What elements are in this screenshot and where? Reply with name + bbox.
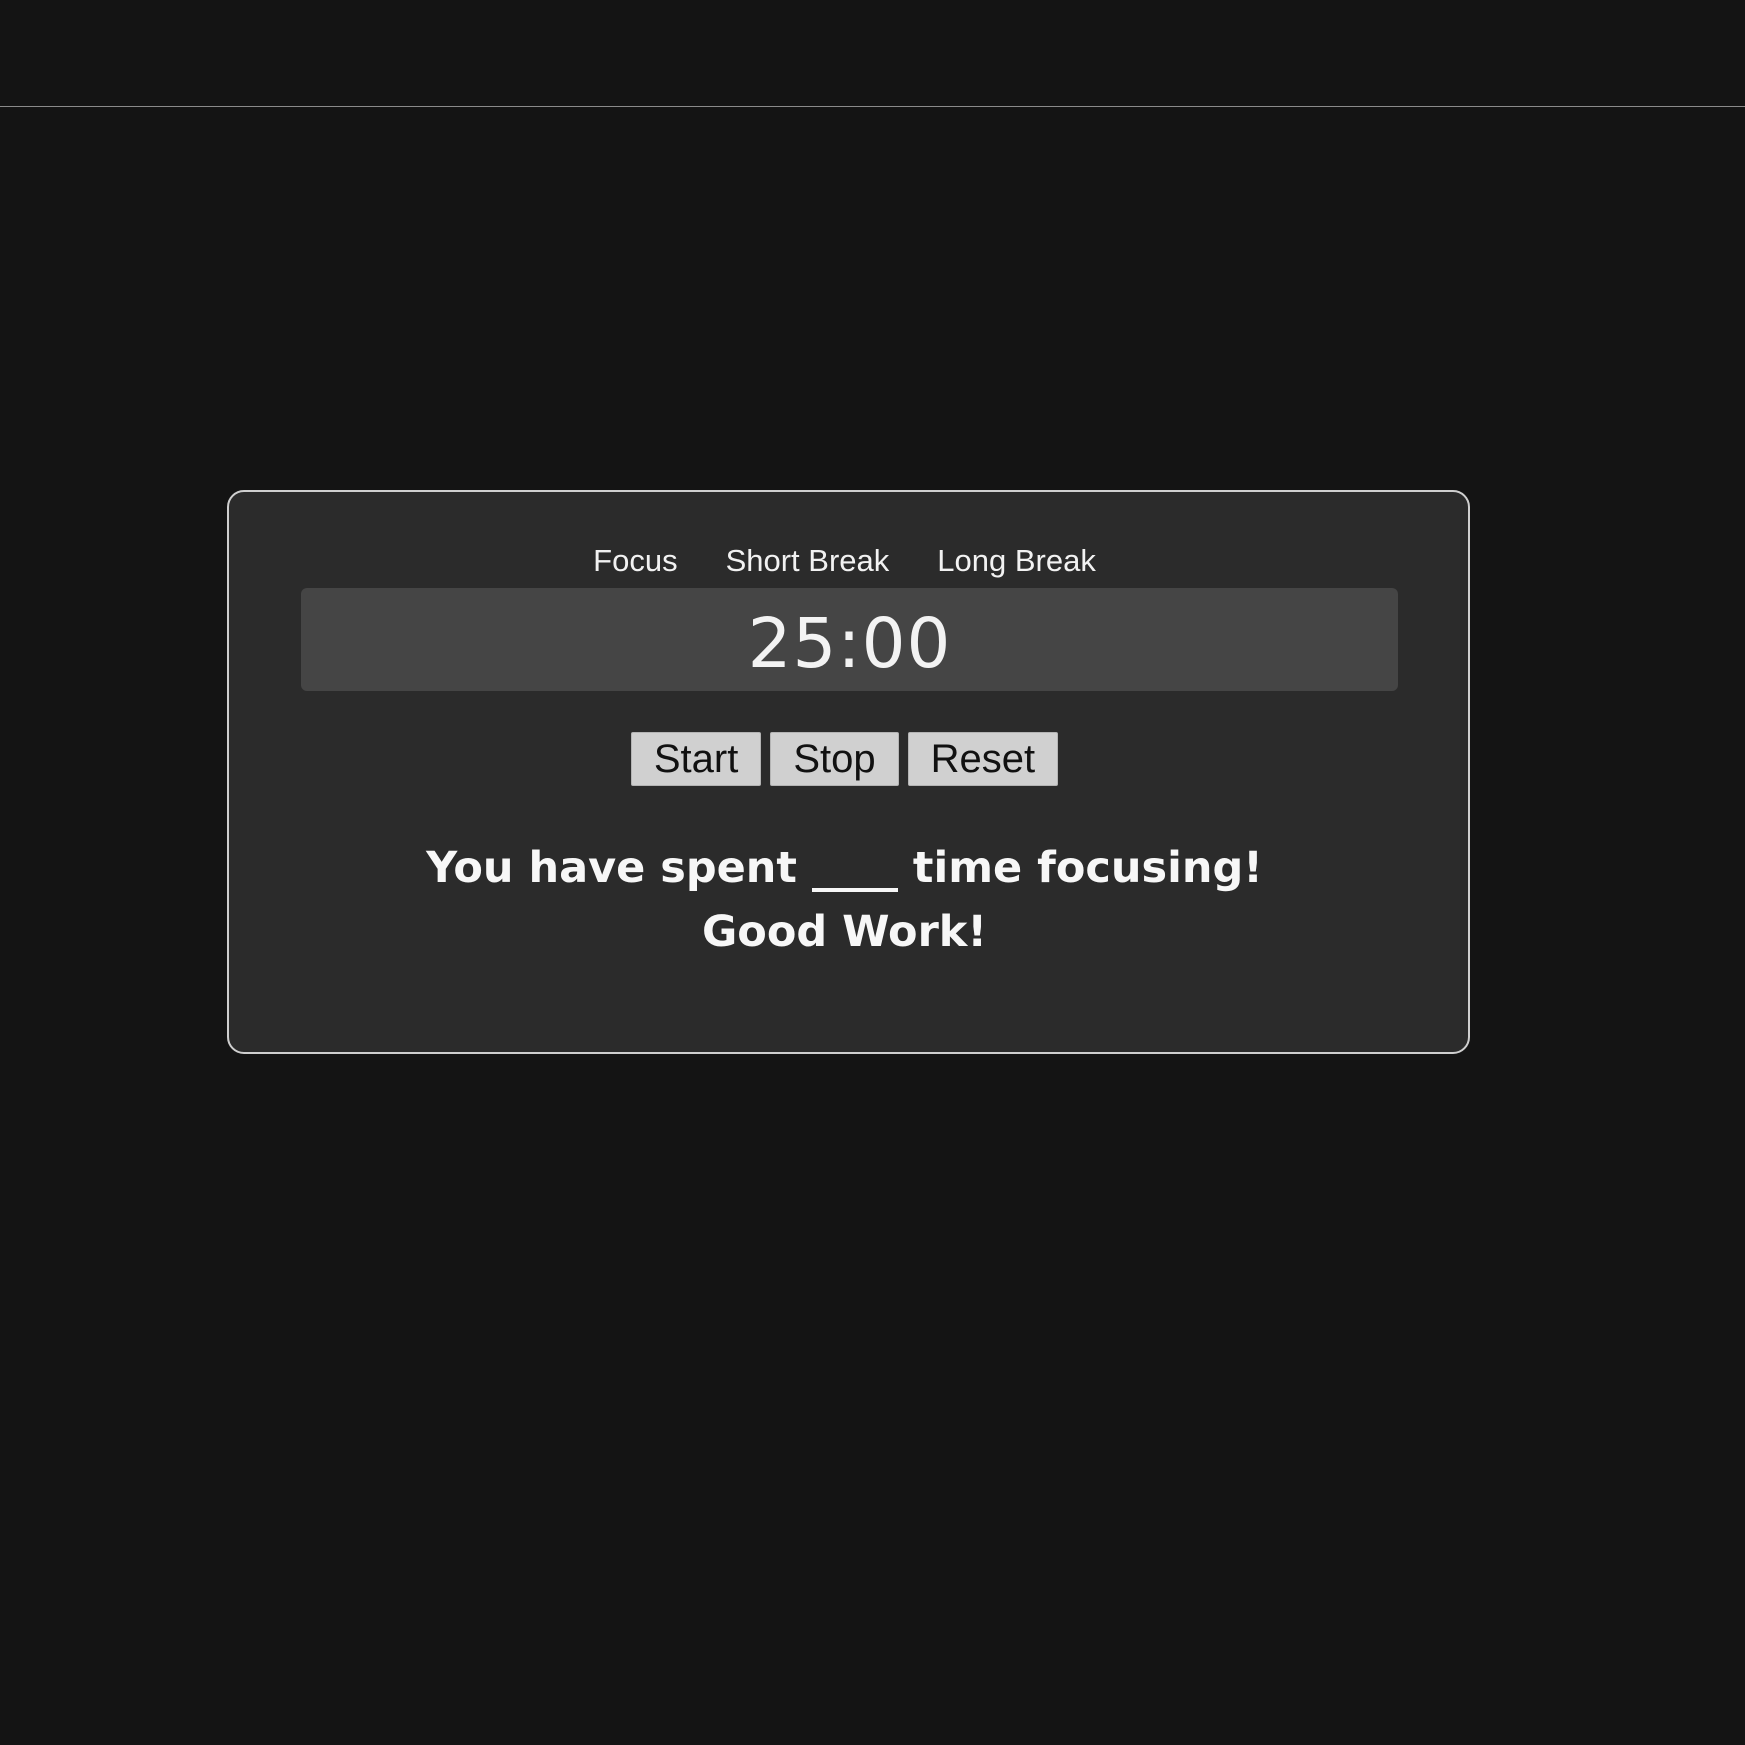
long-break-mode-tab[interactable]: Long Break	[937, 542, 1096, 579]
short-break-mode-tab[interactable]: Short Break	[726, 542, 890, 579]
timer-mode-tabs: Focus Short Break Long Break	[225, 542, 1464, 579]
focus-summary-message: You have spent ____ time focusing! Good …	[225, 836, 1464, 964]
reset-button[interactable]: Reset	[907, 732, 1059, 786]
encouragement-message: Good Work!	[702, 907, 987, 957]
start-button[interactable]: Start	[630, 732, 762, 786]
remaining-time: 25:00	[747, 604, 952, 684]
stop-button[interactable]: Stop	[770, 732, 899, 786]
top-divider-bar	[0, 0, 1745, 107]
pomodoro-timer-card: Focus Short Break Long Break 25:00 Start…	[227, 490, 1470, 1054]
timer-controls: Start Stop Reset	[225, 732, 1464, 786]
focus-time-message: You have spent ____ time focusing!	[426, 843, 1263, 893]
timer-display-panel: 25:00	[301, 588, 1398, 691]
focus-mode-tab[interactable]: Focus	[593, 542, 677, 579]
